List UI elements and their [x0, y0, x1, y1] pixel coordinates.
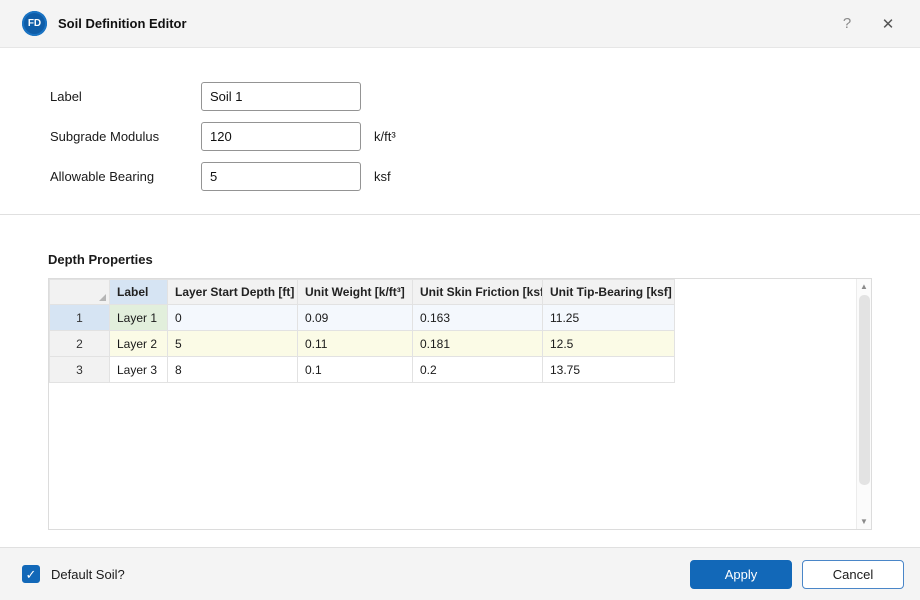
cell-label-3[interactable]: Layer 3 — [110, 357, 168, 383]
cell-skin-friction-3[interactable]: 0.2 — [413, 357, 543, 383]
depth-properties-title: Depth Properties — [48, 252, 872, 267]
cell-skin-friction-1[interactable]: 0.163 — [413, 305, 543, 331]
bearing-row: Allowable Bearing ksf — [50, 162, 920, 191]
close-icon[interactable]: ✕ — [872, 9, 904, 39]
app-logo-text: FD — [28, 18, 41, 29]
label-row: Label — [50, 82, 920, 111]
bearing-unit-label: ksf — [374, 169, 391, 184]
label-input[interactable] — [201, 82, 361, 111]
select-all-corner[interactable] — [50, 280, 110, 305]
bearing-field-label: Allowable Bearing — [50, 169, 201, 184]
label-field-label: Label — [50, 89, 201, 104]
default-soil-checkbox[interactable]: ✓ — [22, 565, 40, 583]
subgrade-modulus-input[interactable] — [201, 122, 361, 151]
corner-triangle-icon — [99, 294, 106, 301]
cancel-button[interactable]: Cancel — [802, 560, 904, 589]
scrollbar-thumb[interactable] — [859, 295, 870, 485]
cell-skin-friction-2[interactable]: 0.181 — [413, 331, 543, 357]
subgrade-unit-label: k/ft³ — [374, 129, 396, 144]
help-icon[interactable]: ? — [832, 9, 862, 39]
depth-table: Label Layer Start Depth [ft] Unit Weight… — [49, 279, 675, 383]
cell-tip-bearing-3[interactable]: 13.75 — [543, 357, 675, 383]
cell-unit-weight-1[interactable]: 0.09 — [298, 305, 413, 331]
table-row: 1 Layer 1 0 0.09 0.163 11.25 — [50, 305, 675, 331]
header-row: Label Layer Start Depth [ft] Unit Weight… — [50, 280, 675, 305]
table-row: 2 Layer 2 5 0.11 0.181 12.5 — [50, 331, 675, 357]
vertical-scrollbar[interactable]: ▲ ▼ — [856, 279, 871, 529]
subgrade-field-label: Subgrade Modulus — [50, 129, 201, 144]
cell-tip-bearing-1[interactable]: 11.25 — [543, 305, 675, 331]
header-start-depth[interactable]: Layer Start Depth [ft] — [168, 280, 298, 305]
cell-unit-weight-2[interactable]: 0.11 — [298, 331, 413, 357]
row-header-3[interactable]: 3 — [50, 357, 110, 383]
soil-form: Label Subgrade Modulus k/ft³ Allowable B… — [0, 48, 920, 215]
cell-start-depth-2[interactable]: 5 — [168, 331, 298, 357]
window-title: Soil Definition Editor — [58, 16, 187, 31]
cell-start-depth-3[interactable]: 8 — [168, 357, 298, 383]
subgrade-row: Subgrade Modulus k/ft³ — [50, 122, 920, 151]
default-soil-label: Default Soil? — [51, 567, 125, 582]
titlebar: FD Soil Definition Editor ? ✕ — [0, 0, 920, 48]
cell-label-2[interactable]: Layer 2 — [110, 331, 168, 357]
footer-bar: ✓ Default Soil? Apply Cancel — [0, 547, 920, 600]
cell-label-1[interactable]: Layer 1 — [110, 305, 168, 331]
table-row: 3 Layer 3 8 0.1 0.2 13.75 — [50, 357, 675, 383]
row-header-2[interactable]: 2 — [50, 331, 110, 357]
cell-start-depth-1[interactable]: 0 — [168, 305, 298, 331]
cell-unit-weight-3[interactable]: 0.1 — [298, 357, 413, 383]
header-unit-weight[interactable]: Unit Weight [k/ft³] — [298, 280, 413, 305]
cell-tip-bearing-2[interactable]: 12.5 — [543, 331, 675, 357]
header-label[interactable]: Label — [110, 280, 168, 305]
scroll-up-icon[interactable]: ▲ — [857, 279, 871, 294]
depth-grid-container: Label Layer Start Depth [ft] Unit Weight… — [48, 278, 872, 530]
header-skin-friction[interactable]: Unit Skin Friction [ksf] — [413, 280, 543, 305]
scroll-down-icon[interactable]: ▼ — [857, 514, 871, 529]
apply-button[interactable]: Apply — [690, 560, 792, 589]
allowable-bearing-input[interactable] — [201, 162, 361, 191]
app-logo-icon: FD — [22, 11, 47, 36]
row-header-1[interactable]: 1 — [50, 305, 110, 331]
check-icon: ✓ — [26, 568, 37, 581]
depth-properties-section: Depth Properties Label Layer Start Depth… — [0, 215, 920, 530]
header-tip-bearing[interactable]: Unit Tip-Bearing [ksf] — [543, 280, 675, 305]
